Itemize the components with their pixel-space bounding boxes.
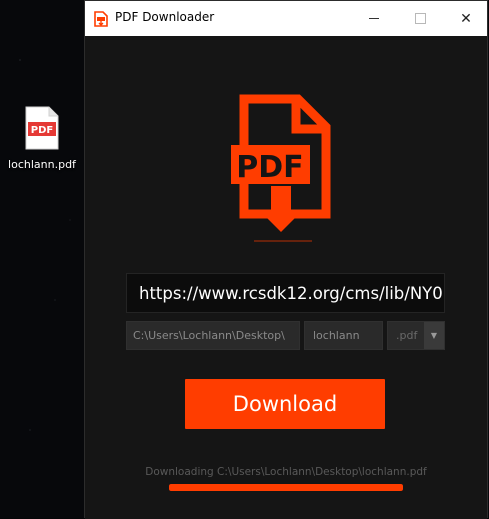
app-icon — [94, 11, 108, 27]
desktop-file-label: lochlann.pdf — [8, 158, 76, 171]
maximize-button[interactable] — [397, 1, 443, 36]
desktop-file-lochlann-pdf[interactable]: PDF lochlann.pdf — [6, 106, 78, 171]
chevron-down-icon[interactable]: ▼ — [424, 322, 444, 349]
minimize-icon — [369, 18, 379, 19]
download-button[interactable]: Download — [185, 379, 385, 429]
title-bar[interactable]: PDF Downloader ✕ — [85, 1, 487, 36]
main-panel: PDF https://www.rcsdk12.org/cms/lib/NY01… — [85, 36, 487, 519]
pdf-download-icon: PDF — [231, 94, 331, 242]
minimize-button[interactable] — [351, 1, 397, 36]
save-path-input[interactable]: C:\Users\Lochlann\Desktop\ — [126, 321, 300, 350]
progress-fill — [169, 484, 403, 491]
hero-pdf-text: PDF — [236, 150, 303, 185]
progress-bar — [169, 484, 403, 491]
maximize-icon — [414, 13, 426, 24]
status-text: Downloading C:\Users\Lochlann\Desktop\lo… — [145, 466, 427, 478]
pdf-file-icon: PDF — [25, 106, 59, 150]
pdf-badge-text: PDF — [31, 125, 53, 136]
window-title: PDF Downloader — [115, 10, 215, 24]
close-button[interactable]: ✕ — [443, 1, 489, 36]
url-input[interactable]: https://www.rcsdk12.org/cms/lib/NY010011… — [126, 273, 445, 313]
extension-value: .pdf — [396, 329, 418, 342]
extension-select[interactable]: .pdf ▼ — [387, 321, 445, 350]
pdf-downloader-window: PDF Downloader ✕ PDF https://www.rcsdk12… — [84, 0, 488, 519]
filename-input[interactable]: lochlann — [304, 321, 383, 350]
desktop-background: PDF lochlann.pdf PDF Downloader ✕ PDF ht… — [0, 0, 489, 519]
close-icon: ✕ — [460, 10, 472, 27]
